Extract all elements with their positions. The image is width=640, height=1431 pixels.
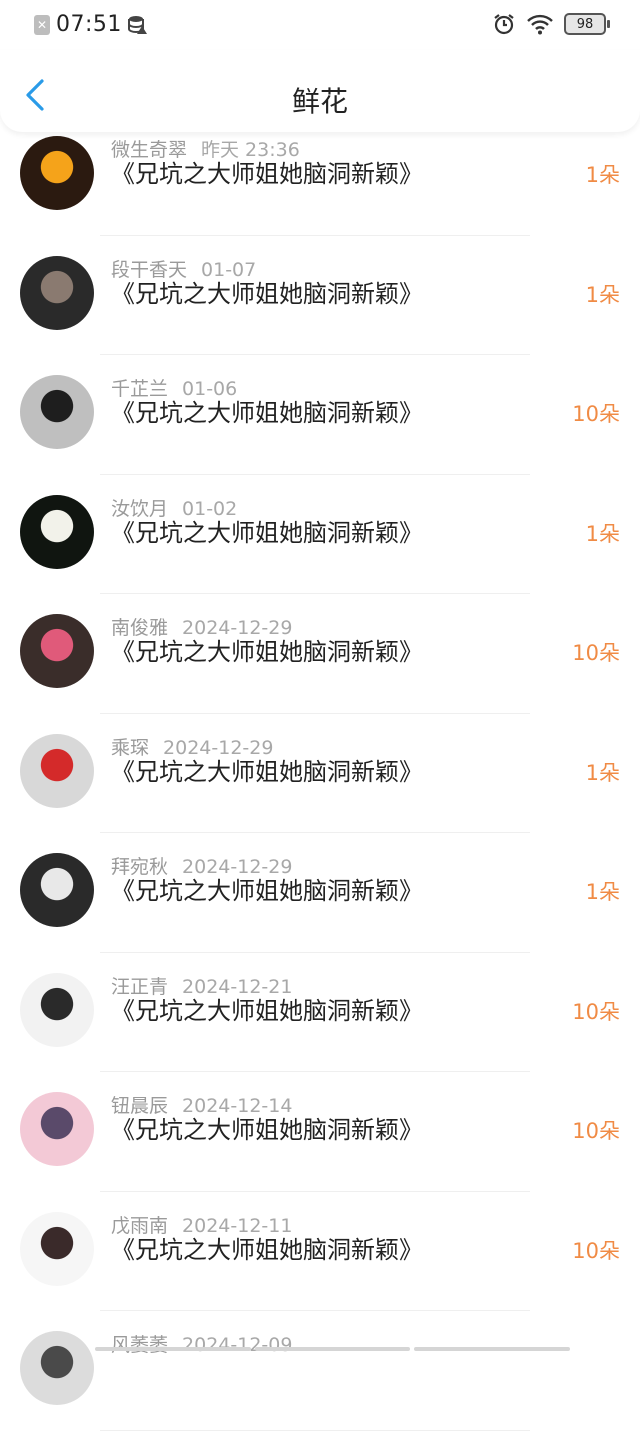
girl-white-avatar-icon[interactable] (20, 1211, 94, 1286)
lotus-avatar-icon[interactable] (20, 494, 94, 569)
flower-count: 10朵 (572, 402, 620, 426)
flower-count: 10朵 (572, 999, 620, 1024)
flower-count: 1朵 (585, 163, 620, 187)
red-hoodie-avatar-icon[interactable] (20, 733, 94, 808)
book-title: 《兄坑之大师姐她脑洞新颖》 (111, 757, 423, 786)
flower-gift-list: 微生奇翠 昨天 23:36 《兄坑之大师姐她脑洞新颖》 1朵 段干香天 01-07 … (0, 116, 640, 1431)
book-title: 《兄坑之大师姐她脑洞新颖》 (111, 399, 423, 427)
book-title: 《兄坑之大师姐她脑洞新颖》 (111, 877, 423, 905)
list-item[interactable]: 段干香天 01-07 《兄坑之大师姐她脑洞新颖》 1朵 (0, 236, 640, 355)
bottles-avatar-icon[interactable] (20, 614, 94, 688)
flower-count: 10朵 (572, 1119, 620, 1143)
data-sync-icon (127, 15, 147, 34)
flower-count: 1朵 (585, 521, 620, 546)
alarm-icon (494, 14, 514, 35)
list-item[interactable]: 钮晨辰 2024-12-14 《兄坑之大师姐她脑洞新颖》 10朵 (0, 1072, 640, 1192)
battery-level: 98 (576, 16, 594, 32)
flower-count: 1朵 (585, 760, 620, 785)
book-title: 《兄坑之大师姐她脑洞新颖》 (111, 638, 423, 666)
gift-date: 2024-12-09 (182, 1334, 293, 1356)
page-title: 鲜花 (291, 85, 348, 118)
flower-count: 1朵 (585, 880, 620, 904)
divider (100, 1429, 530, 1431)
boy-avatar-icon[interactable] (20, 972, 94, 1047)
book-title: 《兄坑之大师姐她脑洞新颖》 (111, 160, 423, 188)
flower-count: 10朵 (572, 641, 620, 665)
list-item[interactable]: 微生奇翠 昨天 23:36 《兄坑之大师姐她脑洞新颖》 1朵 (0, 116, 640, 236)
list-item[interactable]: 乘琛 2024-12-29 《兄坑之大师姐她脑洞新颖》 1朵 (0, 714, 640, 833)
bottom-placeholder-bars (95, 1347, 571, 1351)
girl-avatar-icon[interactable] (20, 1331, 94, 1405)
close-notification-icon: ✕ (34, 14, 50, 35)
list-item[interactable]: 汪正青 2024-12-21 《兄坑之大师姐她脑洞新颖》 10朵 (0, 953, 640, 1072)
gift-meta: 风萎萎 2024-12-09 (111, 1330, 292, 1357)
book-title: 《兄坑之大师姐她脑洞新颖》 (111, 1116, 423, 1144)
person-avatar-icon[interactable] (20, 255, 94, 330)
status-bar: ✕ 07:51 98 (0, 0, 640, 50)
pumpkin-avatar-icon[interactable] (20, 136, 94, 210)
battery-icon: 98 (564, 13, 610, 35)
flower-count: 1朵 (585, 282, 620, 307)
flower-count: 10朵 (572, 1238, 620, 1263)
book-title: 《兄坑之大师姐她脑洞新颖》 (111, 996, 423, 1025)
list-item[interactable]: 千芷兰 01-06 《兄坑之大师姐她脑洞新颖》 10朵 (0, 355, 640, 475)
dark-person-avatar-icon[interactable] (20, 853, 94, 927)
list-item[interactable]: 汝饮月 01-02 《兄坑之大师姐她脑洞新颖》 1朵 (0, 475, 640, 594)
list-item[interactable]: 南俊雅 2024-12-29 《兄坑之大师姐她脑洞新颖》 10朵 (0, 594, 640, 714)
list-item[interactable]: 拜宛秋 2024-12-29 《兄坑之大师姐她脑洞新颖》 1朵 (0, 833, 640, 953)
book-title: 《兄坑之大师姐她脑洞新颖》 (111, 518, 423, 547)
book-title: 《兄坑之大师姐她脑洞新颖》 (111, 1235, 423, 1264)
user-name: 风萎萎 (111, 1334, 169, 1356)
list-item[interactable]: 风萎萎 2024-12-09 (0, 1311, 640, 1431)
anime-avatar-icon[interactable] (20, 1092, 94, 1166)
status-time: 07:51 (56, 12, 122, 37)
navigation-bar: 鲜花 (0, 50, 640, 132)
book-title: 《兄坑之大师姐她脑洞新颖》 (111, 279, 423, 308)
wifi-icon (527, 14, 553, 35)
girl-avatar-icon[interactable] (20, 375, 94, 449)
list-item[interactable]: 戊雨南 2024-12-11 《兄坑之大师姐她脑洞新颖》 10朵 (0, 1192, 640, 1311)
